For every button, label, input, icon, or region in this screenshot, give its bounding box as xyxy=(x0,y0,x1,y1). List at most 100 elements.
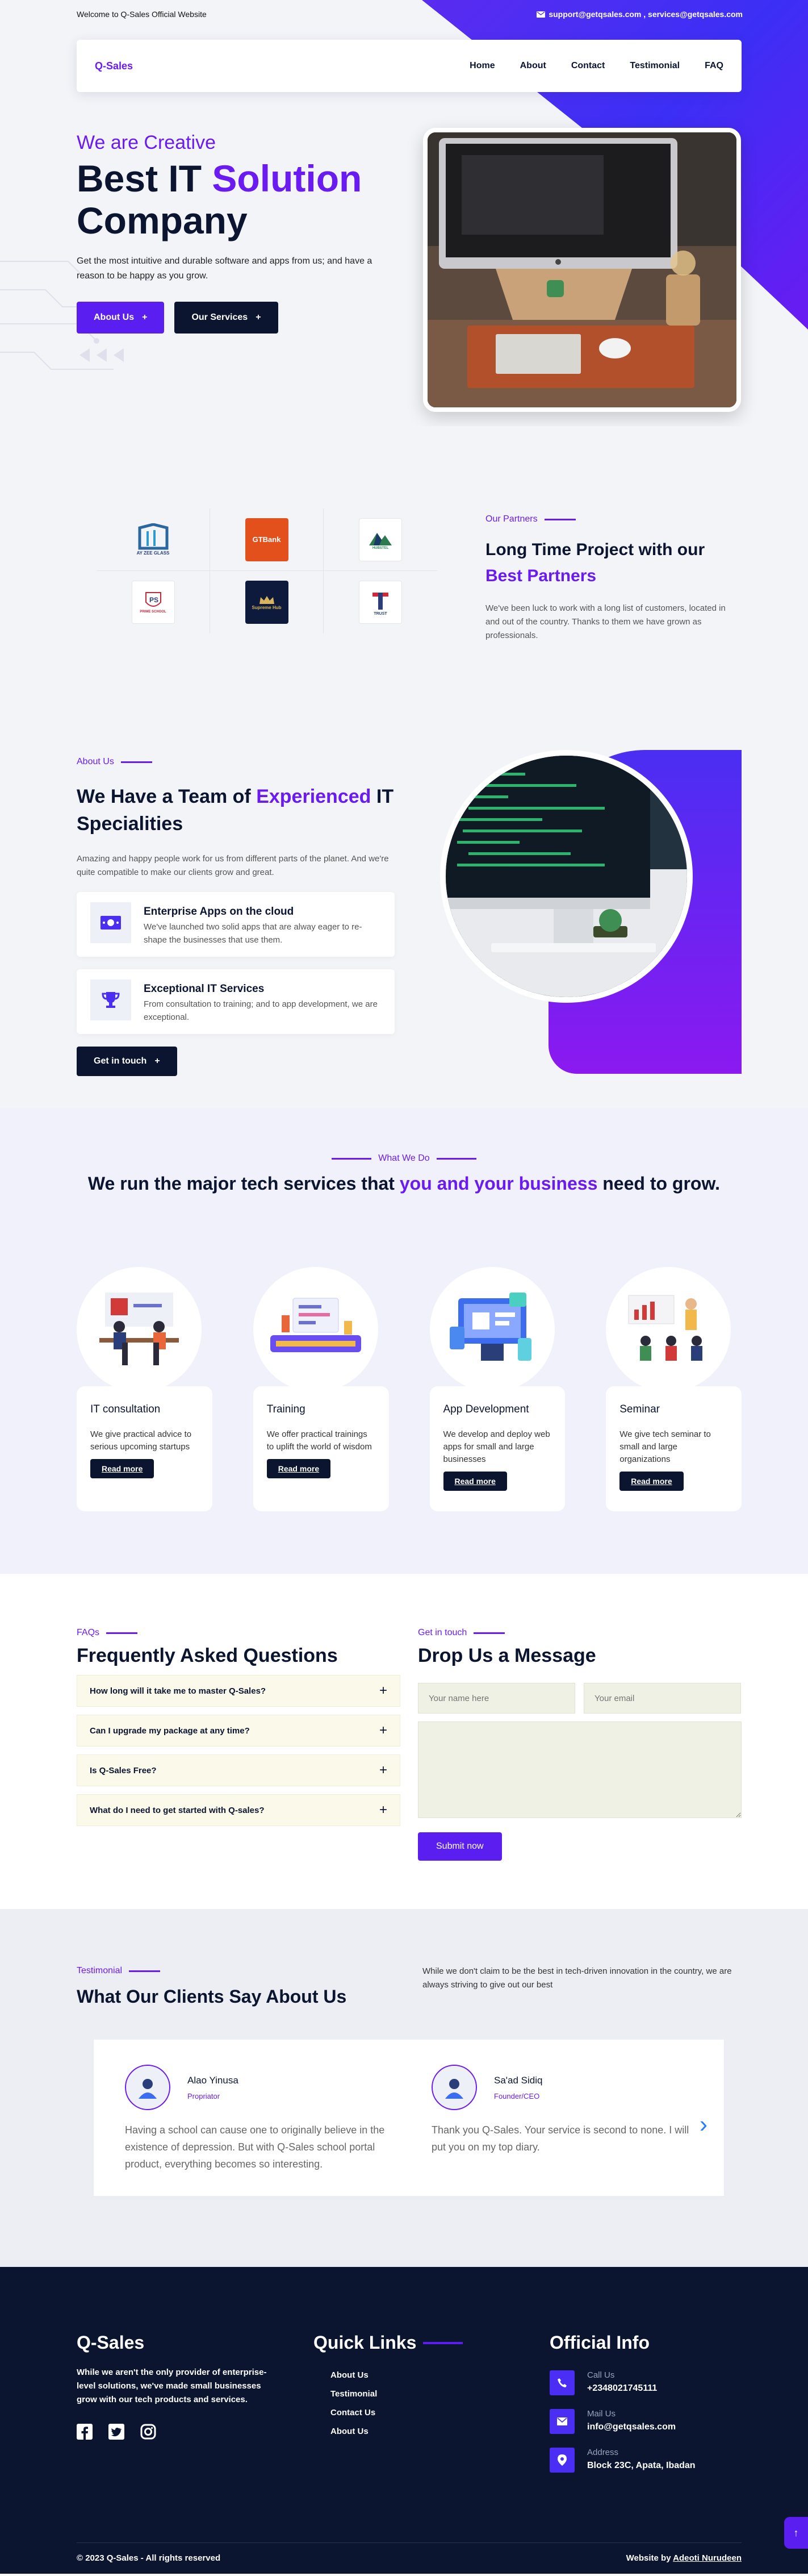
about-section: About Us We Have a Team of Experienced I… xyxy=(0,727,808,1108)
arrow-up-icon: ↑ xyxy=(793,2527,799,2539)
services-title: We run the major tech services that you … xyxy=(0,1169,808,1198)
trophy-icon xyxy=(90,979,131,1020)
chevron-right-icon[interactable]: › xyxy=(700,2111,707,2138)
service-card-body: IT consultation We give practical advice… xyxy=(77,1386,212,1511)
read-more-button[interactable]: Read more xyxy=(443,1472,507,1491)
faq-kicker-text: FAQs xyxy=(77,1628,100,1637)
service-description: We develop and deploy web apps for small… xyxy=(443,1429,550,1464)
crown-logo-icon xyxy=(259,595,274,604)
hero-description: Get the most intuitive and durable softw… xyxy=(77,256,372,281)
site-logo[interactable]: Q-Sales xyxy=(95,60,133,72)
service-title: IT consultation xyxy=(90,1403,161,1415)
facebook-icon[interactable] xyxy=(77,2424,93,2442)
partner-logo-prime[interactable]: PS PRIME SCHOOL xyxy=(131,581,175,624)
about-kicker-text: About Us xyxy=(77,757,114,766)
faq-question: How long will it take me to master Q-Sal… xyxy=(90,1686,266,1696)
hero-title-part: Company xyxy=(77,199,248,241)
quick-link[interactable]: Testimonial xyxy=(330,2389,463,2399)
instagram-icon[interactable] xyxy=(140,2424,156,2442)
get-in-touch-button[interactable]: Get in touch + xyxy=(77,1047,177,1076)
our-services-button[interactable]: Our Services + xyxy=(174,302,278,334)
faq-question: Is Q-Sales Free? xyxy=(90,1765,157,1775)
read-more-button[interactable]: Read more xyxy=(266,1459,331,1478)
services-title-part: We run the major tech services that xyxy=(87,1173,400,1194)
twitter-icon[interactable] xyxy=(108,2424,124,2442)
footer-brand-column: Q-Sales While we aren't the only provide… xyxy=(77,2332,270,2442)
testimonials-title: What Our Clients Say About Us xyxy=(77,1986,347,2007)
hero-kicker: We are Creative xyxy=(77,132,216,153)
mail-icon xyxy=(550,2409,575,2434)
read-more-button[interactable]: Read more xyxy=(90,1459,154,1478)
quick-links-title-text: Quick Links xyxy=(313,2332,417,2353)
info-label: Call Us xyxy=(587,2370,615,2380)
testimonial-quote: Having a school can cause one to origina… xyxy=(125,2124,385,2170)
service-card-body: App Development We develop and deploy we… xyxy=(429,1386,566,1511)
service-description: We give tech seminar to small and large … xyxy=(619,1429,711,1464)
read-more-button[interactable]: Read more xyxy=(619,1472,684,1491)
faq-item[interactable]: How long will it take me to master Q-Sal… xyxy=(77,1675,400,1707)
partners-kicker: Our Partners xyxy=(485,514,741,524)
quick-link[interactable]: About Us xyxy=(330,2427,463,2436)
nav-testimonial[interactable]: Testimonial xyxy=(630,61,680,71)
partner-logo-gtbank[interactable]: GTBank xyxy=(245,518,288,561)
partners-title: Long Time Project with our Best Partners xyxy=(485,537,741,589)
back-to-top-button[interactable]: ↑ xyxy=(784,2517,808,2549)
faq-item[interactable]: What do I need to get started with Q-sal… xyxy=(77,1794,400,1826)
partner-logo-cell: GTBank xyxy=(210,508,324,571)
feature-card: Enterprise Apps on the cloud We've launc… xyxy=(77,892,395,957)
message-textarea[interactable] xyxy=(418,1721,742,1818)
partner-logo-ayzee[interactable]: AY ZEE GLASS xyxy=(132,518,175,561)
info-value[interactable]: +2348021745111 xyxy=(587,2383,657,2394)
partners-kicker-text: Our Partners xyxy=(485,514,538,524)
faq-contact-section: FAQs Frequently Asked Questions How long… xyxy=(0,1574,808,1909)
plus-icon: + xyxy=(379,1762,387,1778)
credit-link[interactable]: Adeoti Nurudeen xyxy=(673,2553,742,2563)
partners-section: AY ZEE GLASS GTBank HUBSTEL PS PRIME SCH… xyxy=(0,426,808,727)
faq-item[interactable]: Is Q-Sales Free? + xyxy=(77,1754,400,1786)
about-title-part: We Have a Team of xyxy=(77,786,257,807)
partner-logo-hubstel[interactable]: HUBSTEL xyxy=(359,518,402,561)
plus-icon: + xyxy=(256,312,261,322)
hero-section: Welcome to Q-Sales Official Website supp… xyxy=(0,0,808,426)
name-input[interactable] xyxy=(418,1683,575,1714)
faq-item[interactable]: Can I upgrade my package at any time? + xyxy=(77,1715,400,1746)
info-label: Address xyxy=(587,2448,619,2457)
nav-home[interactable]: Home xyxy=(470,61,495,71)
top-contact[interactable]: support@getqsales.com , services@getqsal… xyxy=(537,10,743,19)
footer-description: While we aren't the only provider of ent… xyxy=(77,2367,267,2404)
partner-logo-text: AY ZEE GLASS xyxy=(136,551,170,556)
get-in-touch-label: Get in touch xyxy=(94,1056,147,1066)
about-computer-image xyxy=(440,750,693,1003)
info-value[interactable]: info@getqsales.com xyxy=(587,2422,676,2432)
quick-link[interactable]: Contact Us xyxy=(330,2408,463,2417)
services-title-highlight: you and your business xyxy=(399,1173,598,1194)
mail-icon xyxy=(537,11,546,18)
hero-text: We are Creative Best IT Solution Company… xyxy=(77,132,395,334)
about-kicker: About Us xyxy=(77,757,395,767)
quick-link[interactable]: About Us xyxy=(330,2370,463,2380)
testimonials-intro: While we don't claim to be the best in t… xyxy=(422,1966,732,1990)
phone-icon xyxy=(550,2370,575,2395)
partner-logo-supreme[interactable]: Supreme Hub xyxy=(245,581,288,624)
services-title-part: need to grow. xyxy=(597,1173,721,1194)
services-kicker-text: What We Do xyxy=(378,1153,430,1163)
hero-desk-image xyxy=(423,128,741,412)
partner-logo-trust[interactable]: TRUST xyxy=(359,581,402,624)
submit-button[interactable]: Submit now xyxy=(418,1832,502,1861)
partners-description: We've been luck to work with a long list… xyxy=(485,603,726,640)
about-us-button[interactable]: About Us + xyxy=(77,302,165,334)
training-illustration xyxy=(253,1267,378,1392)
partners-title-part: Long Time Project with our xyxy=(485,540,705,559)
email-input[interactable] xyxy=(584,1683,741,1714)
faq-question: What do I need to get started with Q-sal… xyxy=(90,1805,265,1815)
footer-official-info-column: Official Info Call Us +2348021745111 Mail… xyxy=(550,2332,696,2473)
about-title-highlight: Experienced xyxy=(256,786,371,807)
contact-kicker-text: Get in touch xyxy=(418,1628,467,1637)
testimonial-author: Alao Yinusa Propriator xyxy=(125,2065,386,2110)
nav-contact[interactable]: Contact xyxy=(571,61,605,71)
nav-about[interactable]: About xyxy=(520,61,546,71)
money-icon xyxy=(90,902,131,943)
feature-title: Enterprise Apps on the cloud xyxy=(144,906,294,918)
nav-faq[interactable]: FAQ xyxy=(705,61,723,71)
testimonials-kicker: Testimonial xyxy=(77,1966,395,1976)
